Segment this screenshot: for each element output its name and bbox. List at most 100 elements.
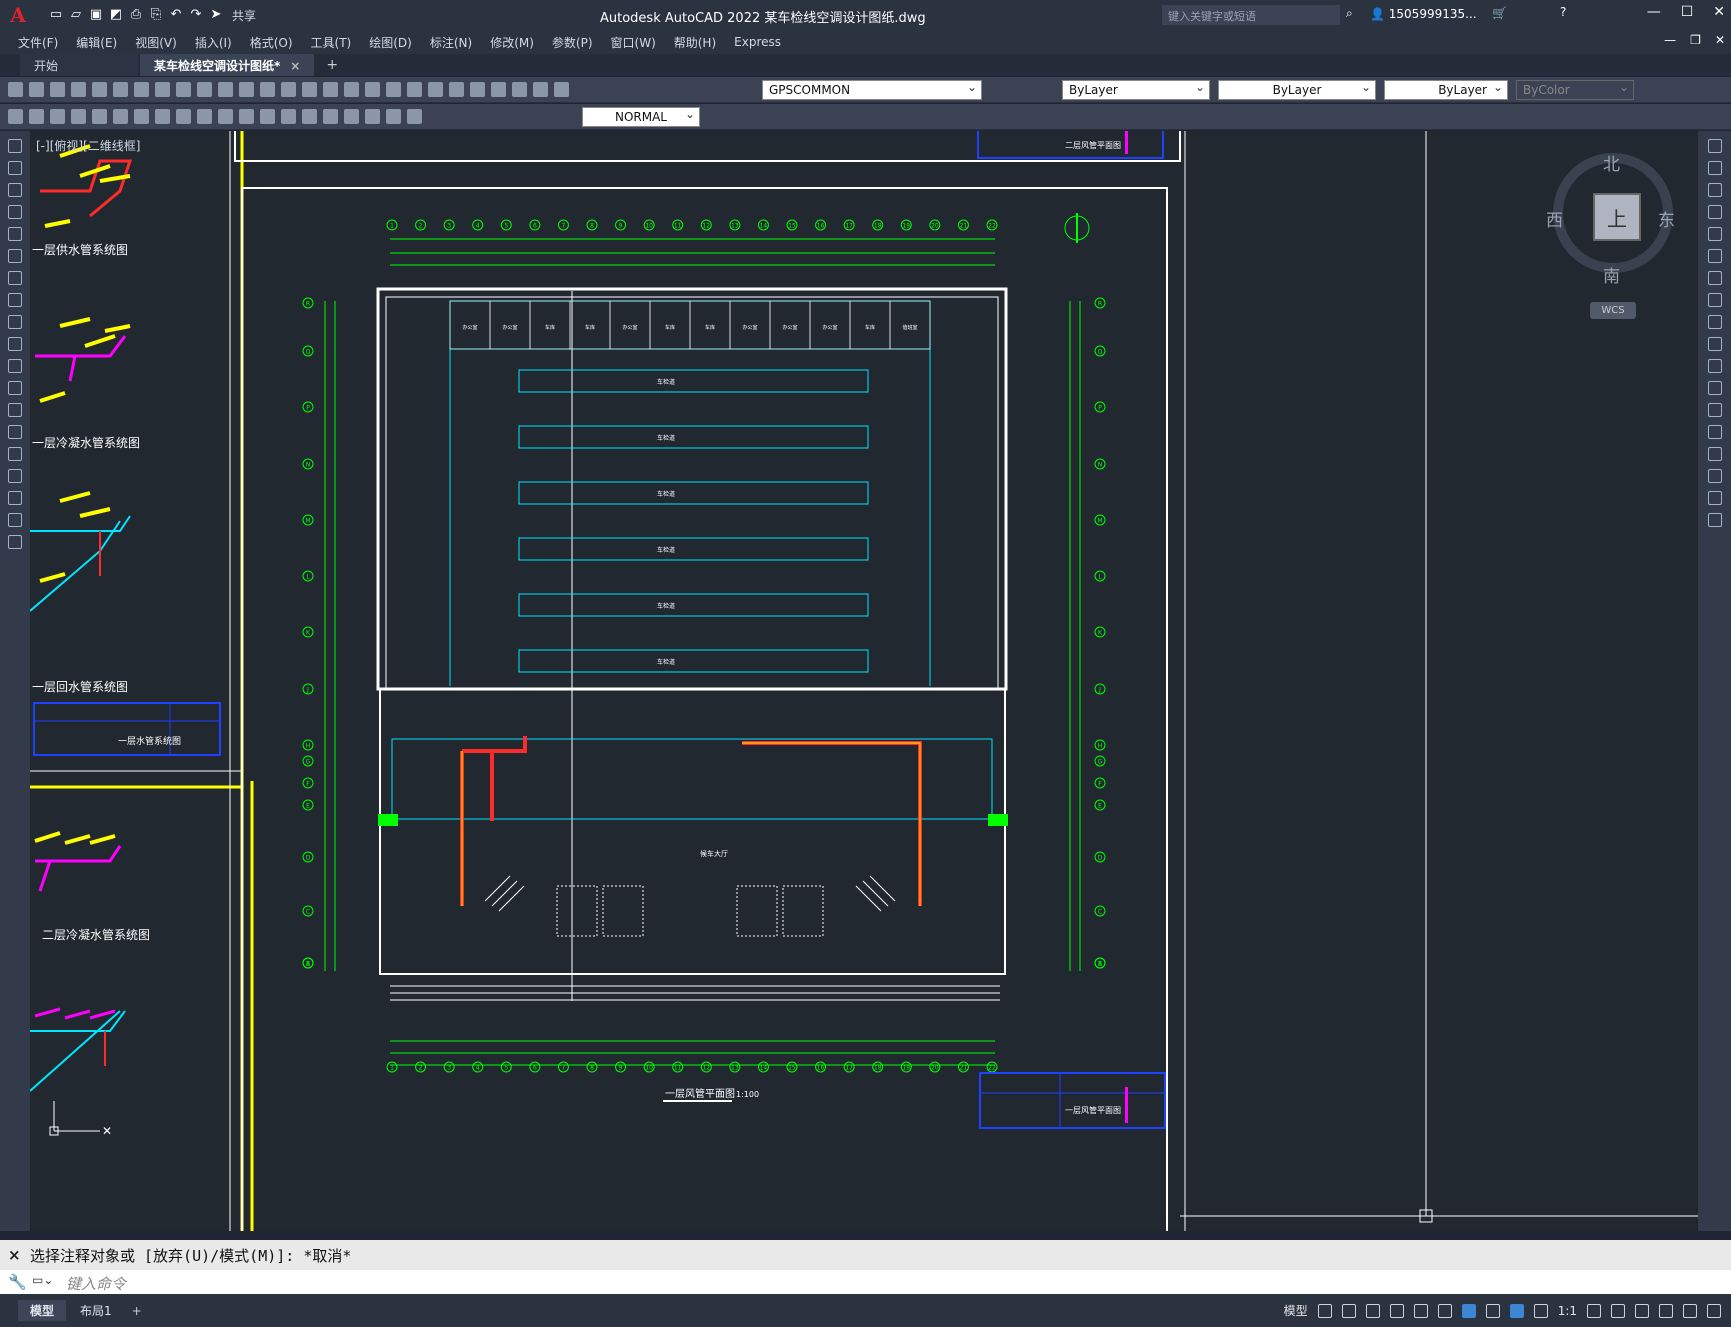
table-icon[interactable] [8,513,22,527]
paste-icon[interactable] [197,82,212,97]
wcs-menu[interactable]: WCS [1590,302,1636,319]
menu-file[interactable]: 文件(F) [18,34,58,51]
annotation-scale[interactable]: 1:1 [1558,1304,1577,1318]
command-selector-icon[interactable]: ▭⌄ [32,1273,53,1287]
angular-icon[interactable] [155,109,170,124]
viewcube-south[interactable]: 南 [1603,262,1620,287]
workspace-gear-icon[interactable] [1587,1303,1601,1318]
open-icon[interactable] [29,82,44,97]
jog-line-icon[interactable] [344,109,359,124]
menu-view[interactable]: 视图(V) [135,34,177,51]
aligned-dim-icon[interactable] [29,109,44,124]
zoom-icon[interactable] [302,82,317,97]
annotation-visibility-icon[interactable] [1509,1303,1524,1318]
explode-icon[interactable] [1707,513,1722,527]
properties-icon[interactable] [344,82,359,97]
menu-tools[interactable]: 工具(T) [311,34,352,51]
plotstyle-dropdown[interactable]: ByColor [1516,80,1634,100]
3d-print-icon[interactable] [134,82,149,97]
ordinate-icon[interactable] [71,109,86,124]
light-bulb-icon[interactable] [512,82,527,97]
gradient-icon[interactable] [8,469,22,483]
hatch-icon[interactable] [8,447,22,461]
break-icon[interactable] [260,109,275,124]
sun-icon[interactable] [533,82,548,97]
help-icon[interactable] [470,82,485,97]
isolate-objects-icon[interactable] [1659,1303,1673,1318]
break-object-icon[interactable] [1707,403,1722,417]
mtext-icon[interactable] [8,535,22,549]
array-icon[interactable] [1707,227,1722,241]
edit-dim-icon[interactable] [365,109,380,124]
undo-icon[interactable]: ↶ [168,7,184,23]
print-icon[interactable]: ⎘ [148,7,164,23]
cart-icon[interactable]: 🛒 [1492,6,1507,20]
viewcube-north[interactable]: 北 [1603,150,1620,175]
arc-length-icon[interactable] [50,109,65,124]
menu-edit[interactable]: 编辑(E) [76,34,117,51]
join-icon[interactable] [1707,425,1722,439]
publish-icon[interactable] [113,82,128,97]
erase-icon[interactable] [1707,139,1722,153]
insert-block-icon[interactable] [8,381,22,395]
ellipse-icon[interactable] [8,337,22,351]
drawing-canvas[interactable]: 一层供水管系统图 一层冷凝水管系统图 一层回水管系统图 一层水管系统图 二层冷凝… [30,131,1698,1231]
continue-icon[interactable] [218,109,233,124]
trim-icon[interactable] [1707,337,1722,351]
ortho-icon[interactable] [1365,1303,1380,1318]
quick-dim-icon[interactable] [176,109,191,124]
linear-dim-icon[interactable] [8,109,23,124]
tab-layout1[interactable]: 布局1 [68,1300,124,1321]
save-icon[interactable] [50,82,65,97]
model-space-button[interactable]: 模型 [1284,1302,1308,1319]
saveas-icon[interactable]: ◩ [108,7,124,23]
lineweight-dropdown[interactable]: ByLayer [1384,80,1508,100]
doc-minimize-icon[interactable]: — [1664,33,1676,47]
menu-format[interactable]: 格式(O) [250,34,293,51]
scale-icon[interactable] [1707,293,1722,307]
autocad-logo-icon[interactable]: A [6,3,30,27]
inspect-icon[interactable] [323,109,338,124]
clean-screen-icon[interactable] [1683,1303,1697,1318]
polar-icon[interactable] [1389,1303,1404,1318]
plot-icon[interactable] [71,82,86,97]
undo-icon[interactable] [239,82,254,97]
viewport-controls[interactable]: [-][俯视][二维线框] [36,137,140,154]
new-tab-button[interactable]: + [326,57,338,76]
object-snap-icon[interactable] [1461,1303,1476,1318]
center-mark-icon[interactable] [302,109,317,124]
maximize-icon[interactable]: ☐ [1681,4,1694,20]
preview-icon[interactable] [92,82,107,97]
copy-object-icon[interactable] [1707,161,1722,175]
break-at-point-icon[interactable] [1707,381,1722,395]
polygon-icon[interactable] [8,205,22,219]
menu-help[interactable]: 帮助(H) [674,34,716,51]
blend-icon[interactable] [1707,491,1722,505]
stretch-icon[interactable] [1707,315,1722,329]
tab-model[interactable]: 模型 [18,1300,67,1321]
copy-icon[interactable] [176,82,191,97]
doc-close-icon[interactable]: ✕ [1715,33,1725,47]
plot-icon[interactable]: ⎙ [128,7,144,23]
pan-icon[interactable] [281,82,296,97]
make-block-icon[interactable] [8,403,22,417]
menu-dimension[interactable]: 标注(N) [430,34,472,51]
dim-text-icon[interactable] [386,109,401,124]
tab-document[interactable]: 某车检线空调设计图纸* × [140,54,315,76]
lock-icon[interactable] [554,82,569,97]
baseline-icon[interactable] [197,109,212,124]
rectangle-icon[interactable] [8,227,22,241]
chamfer-icon[interactable] [1707,447,1722,461]
menu-modify[interactable]: 修改(M) [490,34,534,51]
redo-icon[interactable] [260,82,275,97]
tool-palette-icon[interactable] [386,82,401,97]
viewcube-face[interactable]: 上 [1593,193,1641,241]
viewcube-west[interactable]: 西 [1546,206,1563,231]
ellipse-arc-icon[interactable] [8,359,22,373]
circle-icon[interactable] [8,271,22,285]
calculator-icon[interactable] [449,82,464,97]
radius-icon[interactable] [92,109,107,124]
user-account[interactable]: 👤 1505999135... [1370,7,1477,21]
move-icon[interactable] [1707,249,1722,263]
spline-icon[interactable] [8,315,22,329]
